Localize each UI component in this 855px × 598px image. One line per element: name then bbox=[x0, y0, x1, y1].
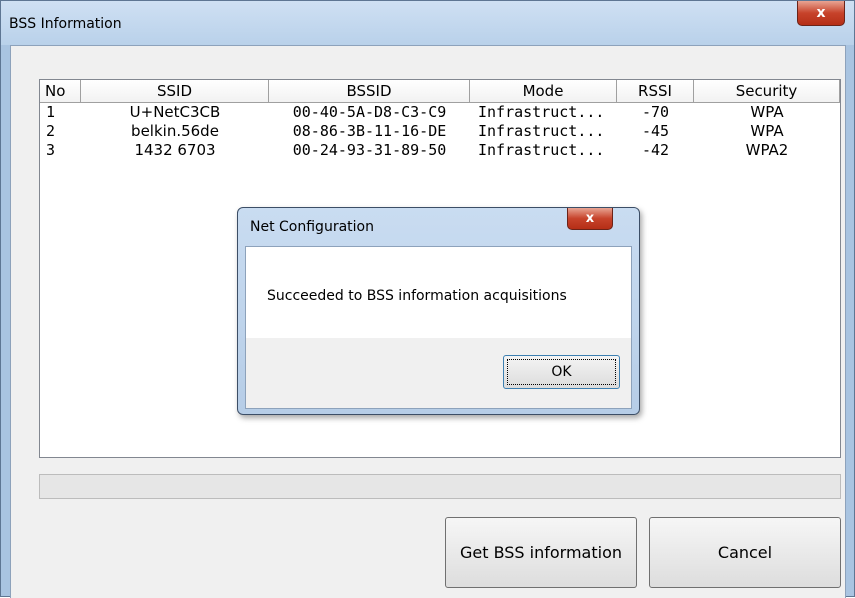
cell-bssid: 00-40-5A-D8-C3-C9 bbox=[292, 103, 447, 121]
focus-rectangle bbox=[507, 359, 616, 385]
progress-bar bbox=[39, 474, 841, 499]
close-icon: x bbox=[816, 5, 826, 21]
column-header-ssid[interactable]: SSID bbox=[81, 80, 269, 102]
cell-bssid: 00-24-93-31-89-50 bbox=[292, 141, 447, 159]
cell-mode: Infrastruct... bbox=[478, 103, 605, 121]
cancel-button[interactable]: Cancel bbox=[649, 517, 841, 588]
column-header-rssi[interactable]: RSSI bbox=[617, 80, 694, 102]
list-row[interactable]: 3 1432 6703 00-24-93-31-89-50 Infrastruc… bbox=[40, 141, 840, 159]
window-title: BSS Information bbox=[9, 16, 122, 32]
cell-security: WPA bbox=[750, 103, 784, 121]
close-icon: x bbox=[585, 211, 595, 226]
cell-rssi: -70 bbox=[641, 103, 670, 121]
net-configuration-dialog: Net Configuration x Succeeded to BSS inf… bbox=[237, 207, 640, 415]
cell-ssid: U+NetC3CB bbox=[129, 103, 221, 121]
cell-no: 2 bbox=[46, 122, 56, 140]
window-close-button[interactable]: x bbox=[797, 1, 845, 26]
list-header: No SSID BSSID Mode RSSI Security bbox=[40, 80, 840, 103]
cell-ssid: 1432 6703 bbox=[134, 141, 216, 159]
cell-rssi: -45 bbox=[641, 122, 670, 140]
cell-security: WPA2 bbox=[745, 141, 789, 159]
column-header-no[interactable]: No bbox=[40, 80, 81, 102]
ok-button[interactable]: OK bbox=[503, 355, 620, 389]
column-header-mode[interactable]: Mode bbox=[470, 80, 617, 102]
cell-no: 3 bbox=[46, 141, 56, 159]
dialog-close-button[interactable]: x bbox=[567, 208, 613, 230]
cell-security: WPA bbox=[750, 122, 784, 140]
dialog-message-area: Succeeded to BSS information acquisition… bbox=[246, 247, 631, 338]
cell-bssid: 08-86-3B-11-16-DE bbox=[292, 122, 447, 140]
cell-ssid: belkin.56de bbox=[131, 122, 219, 140]
get-bss-information-button[interactable]: Get BSS information bbox=[445, 517, 637, 588]
cell-no: 1 bbox=[46, 103, 56, 121]
title-bar[interactable]: BSS Information x bbox=[1, 1, 854, 45]
cell-mode: Infrastruct... bbox=[478, 141, 605, 159]
list-row[interactable]: 1 U+NetC3CB 00-40-5A-D8-C3-C9 Infrastruc… bbox=[40, 103, 840, 121]
cell-rssi: -42 bbox=[641, 141, 670, 159]
list-row[interactable]: 2 belkin.56de 08-86-3B-11-16-DE Infrastr… bbox=[40, 122, 840, 140]
column-header-security[interactable]: Security bbox=[694, 80, 840, 102]
dialog-message: Succeeded to BSS information acquisition… bbox=[267, 288, 567, 304]
dialog-client-area: Succeeded to BSS information acquisition… bbox=[245, 246, 632, 409]
cell-mode: Infrastruct... bbox=[478, 122, 605, 140]
dialog-title: Net Configuration bbox=[250, 219, 374, 235]
column-header-bssid[interactable]: BSSID bbox=[269, 80, 470, 102]
